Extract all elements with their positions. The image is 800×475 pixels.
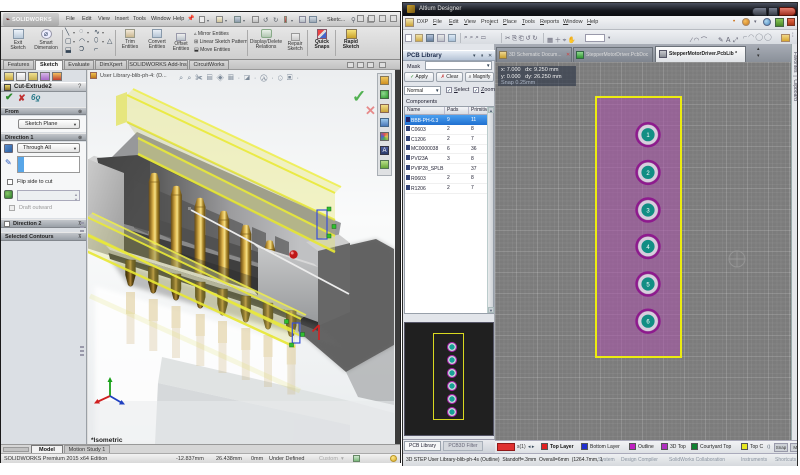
svg-text:*Isometric: *Isometric [91, 437, 123, 444]
